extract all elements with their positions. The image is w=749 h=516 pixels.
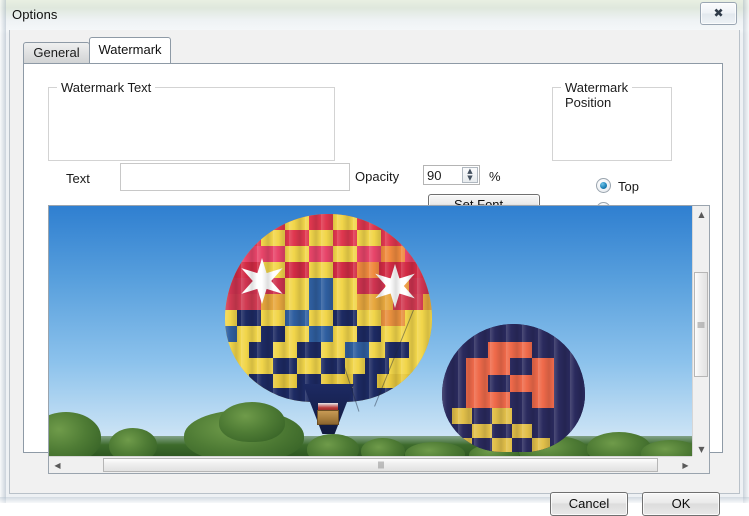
image-preview-frame: ▲ ▼ ◀ ▶ [48, 205, 710, 474]
preview-photo [49, 206, 694, 458]
opacity-label: Opacity [355, 169, 400, 184]
spin-down-icon[interactable]: ▼ [463, 175, 477, 182]
scrollbar-corner [692, 456, 709, 473]
watermark-position-group: Watermark Position [552, 80, 672, 161]
watermark-text-group-title: Watermark Text [57, 80, 156, 95]
window-edge-right [743, 0, 749, 503]
watermark-position-group-title: Watermark Position [561, 80, 633, 110]
tab-general[interactable]: General [23, 42, 90, 63]
window-edge-bottom [0, 497, 749, 503]
tab-watermark[interactable]: Watermark [89, 37, 171, 63]
horizontal-scroll-thumb[interactable] [103, 458, 658, 472]
image-preview-viewport[interactable] [49, 206, 694, 458]
radio-selected-icon [596, 178, 611, 193]
percent-label: % [489, 169, 501, 184]
tree [307, 434, 359, 458]
watermark-text-input[interactable] [120, 163, 350, 191]
preview-vertical-scrollbar[interactable]: ▲ ▼ [692, 206, 709, 458]
balloon-primary-envelope [225, 214, 432, 402]
close-icon: ✖ [713, 6, 724, 20]
title-bar: Options ✖ [0, 0, 749, 30]
text-field-label: Text [66, 171, 90, 186]
balloon-primary-basket [317, 410, 339, 425]
tree [109, 428, 157, 458]
opacity-value: 90 [427, 168, 442, 183]
tree [361, 438, 405, 458]
window-title: Options [12, 7, 58, 22]
balloon-secondary [442, 324, 585, 458]
scroll-left-icon[interactable]: ◀ [49, 457, 66, 473]
dialog-body: General Watermark Watermark Text Text Op… [9, 30, 740, 516]
window-edge-left [0, 0, 6, 503]
ok-button[interactable]: OK [642, 492, 720, 516]
balloon-secondary-envelope [442, 324, 585, 452]
vertical-scroll-thumb[interactable] [694, 272, 708, 377]
scroll-grip-icon [697, 322, 705, 327]
scroll-grip-icon [378, 461, 383, 469]
tab-strip: General Watermark [23, 37, 723, 63]
cancel-button[interactable]: Cancel [550, 492, 628, 516]
close-button[interactable]: ✖ [700, 2, 737, 25]
radio-position-top-label: Top [618, 179, 639, 194]
options-dialog-window: Options ✖ General Watermark Watermark Te… [0, 0, 749, 516]
preview-horizontal-scrollbar[interactable]: ◀ ▶ [49, 456, 694, 473]
scroll-up-icon[interactable]: ▲ [693, 206, 709, 223]
tree [49, 412, 101, 458]
opacity-spin-buttons[interactable]: ▲ ▼ [462, 167, 478, 183]
balloon-primary [225, 214, 432, 434]
radio-position-top[interactable]: Top [596, 178, 639, 194]
watermark-text-group: Watermark Text [48, 80, 335, 161]
opacity-stepper[interactable]: 90 ▲ ▼ [423, 165, 480, 185]
watermark-tab-panel: Watermark Text Text Opacity 90 ▲ ▼ % Set… [23, 63, 723, 474]
